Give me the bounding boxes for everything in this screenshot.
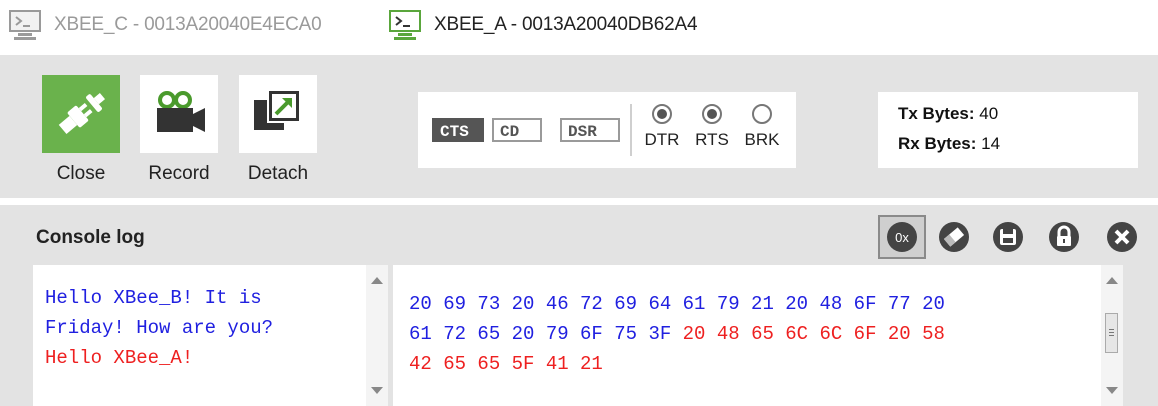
detach-window-icon — [239, 75, 317, 153]
tab-xbee-a[interactable]: XBEE_A - 0013A20040DB62A4 — [388, 8, 698, 42]
hex-line: 20 69 73 20 46 72 69 64 61 79 21 20 48 6… — [409, 293, 945, 315]
console-panel: Console log 0x Hello XBee_B! It is Frida… — [0, 205, 1158, 406]
cd-indicator: CD — [492, 118, 542, 142]
tab-bar: XBEE_C - 0013A20040E4ECA0 XBEE_A - 0013A… — [0, 0, 1158, 52]
tx-bytes-row: Tx Bytes: 40 — [898, 104, 998, 124]
close-console-button[interactable] — [1104, 219, 1140, 255]
serial-lines-panel: CTS CD DSR DTR RTS BRK — [418, 92, 796, 168]
lock-scroll-button[interactable] — [1046, 219, 1082, 255]
plug-disconnect-icon — [42, 75, 120, 153]
eraser-icon — [939, 222, 969, 252]
hex-log-pane[interactable]: 20 69 73 20 46 72 69 64 61 79 21 20 48 6… — [393, 265, 1123, 406]
hex-toggle-label: 0x — [895, 230, 909, 245]
close-label: Close — [56, 163, 106, 184]
brk-radio[interactable] — [752, 104, 772, 124]
lock-icon — [1049, 222, 1079, 252]
rts-label: RTS — [695, 130, 729, 149]
log-line-sent: Friday! How are you? — [45, 317, 274, 339]
scroll-down-arrow-icon[interactable] — [371, 387, 383, 394]
tx-bytes-label: Tx Bytes: — [898, 104, 975, 123]
brk-label: BRK — [744, 130, 780, 149]
tab-label: XBEE_C - 0013A20040E4ECA0 — [54, 14, 322, 35]
hex-toggle-button[interactable]: 0x — [878, 215, 926, 259]
ascii-log: Hello XBee_B! It is Friday! How are you? H… — [45, 283, 273, 373]
ascii-scrollbar[interactable] — [366, 265, 388, 406]
monitor-terminal-icon — [9, 10, 41, 40]
close-icon — [1107, 222, 1137, 252]
tx-bytes-value: 40 — [979, 104, 999, 123]
scroll-down-arrow-icon[interactable] — [1106, 387, 1118, 394]
record-button[interactable]: Record — [138, 75, 220, 185]
log-line-sent: Hello XBee_B! It is — [45, 287, 262, 309]
byte-counters: Tx Bytes: 40 Rx Bytes: 14 — [878, 92, 1138, 168]
detach-label: Detach — [247, 163, 309, 184]
hex-scrollbar[interactable] — [1101, 265, 1123, 406]
scroll-up-arrow-icon[interactable] — [1106, 277, 1118, 284]
detach-button[interactable]: Detach — [237, 75, 319, 185]
hex-icon: 0x — [887, 222, 917, 252]
rts-toggle[interactable]: RTS — [690, 104, 734, 150]
tab-label: XBEE_A - 0013A20040DB62A4 — [434, 14, 698, 35]
tab-xbee-c[interactable]: XBEE_C - 0013A20040E4ECA0 — [8, 8, 322, 42]
dsr-indicator: DSR — [560, 118, 620, 142]
grip-icon — [1109, 329, 1114, 330]
hex-log: 20 69 73 20 46 72 69 64 61 79 21 20 48 6… — [409, 289, 945, 379]
scroll-thumb[interactable] — [1105, 313, 1118, 353]
rx-bytes-label: Rx Bytes: — [898, 134, 977, 153]
monitor-terminal-icon — [389, 10, 421, 40]
cts-indicator: CTS — [432, 118, 484, 142]
dtr-radio[interactable] — [652, 104, 672, 124]
brk-toggle[interactable]: BRK — [740, 104, 784, 150]
hex-bytes-received: 20 48 65 6C 6C 6F 20 58 — [682, 323, 945, 345]
video-camera-icon — [140, 75, 218, 153]
rx-bytes-row: Rx Bytes: 14 — [898, 134, 1000, 154]
dtr-label: DTR — [644, 130, 680, 149]
clear-console-button[interactable] — [936, 219, 972, 255]
dtr-toggle[interactable]: DTR — [640, 104, 684, 150]
rts-radio[interactable] — [702, 104, 722, 124]
close-button[interactable]: Close — [40, 75, 122, 185]
record-label: Record — [148, 163, 210, 184]
save-log-button[interactable] — [990, 219, 1026, 255]
rx-bytes-value: 14 — [981, 134, 1001, 153]
save-icon — [993, 222, 1023, 252]
scroll-up-arrow-icon[interactable] — [371, 277, 383, 284]
log-line-received: Hello XBee_A! — [45, 347, 194, 369]
console-title: Console log — [36, 227, 145, 248]
ascii-log-pane[interactable]: Hello XBee_B! It is Friday! How are you? H… — [33, 265, 388, 406]
divider — [630, 104, 632, 156]
hex-bytes-sent: 61 72 65 20 79 6F 75 3F — [409, 323, 683, 345]
hex-line: 61 72 65 20 79 6F 75 3F 20 48 65 6C 6C 6… — [409, 319, 945, 349]
hex-line: 42 65 65 5F 41 21 — [409, 353, 603, 375]
toolbar: Close Record Detach CTS CD DSR DTR RTS B… — [0, 55, 1158, 198]
